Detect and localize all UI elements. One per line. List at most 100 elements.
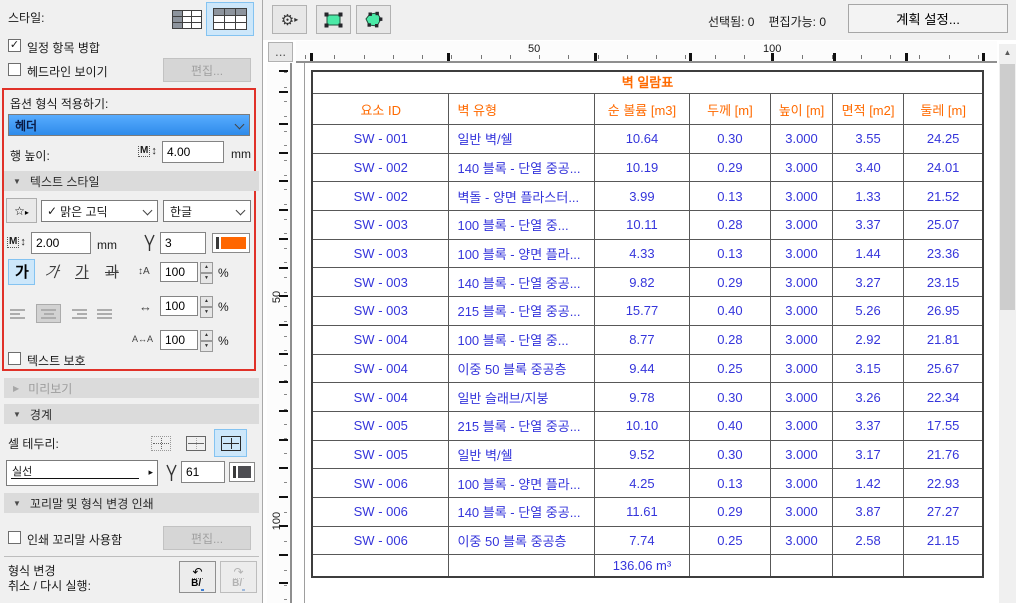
schedule-total-cell[interactable] — [771, 555, 833, 577]
schedule-cell[interactable]: 140 블록 - 단열 중공... — [449, 497, 596, 527]
schedule-cell[interactable]: 26.95 — [904, 297, 982, 326]
schedule-cell[interactable]: 이중 50 블록 중공층 — [449, 354, 596, 384]
schedule-cell[interactable]: SW - 006 — [313, 497, 450, 527]
vertical-scrollbar[interactable]: ▲ — [999, 44, 1016, 603]
schedule-cell[interactable]: 100 블록 - 단열 중... — [449, 211, 596, 240]
line-type-dropdown[interactable]: 실선 ▸ — [6, 460, 158, 486]
schedule-cell[interactable]: 10.19 — [595, 153, 690, 183]
schedule-cell[interactable]: SW - 004 — [313, 354, 450, 384]
schedule-cell[interactable]: 3.000 — [771, 526, 833, 556]
bold-button[interactable]: 가 — [8, 259, 35, 285]
schedule-cell[interactable]: 2.92 — [832, 325, 905, 355]
settings-flyout-button[interactable]: ⚙ ▸ — [272, 5, 307, 34]
schedule-cell[interactable]: 이중 50 블록 중공층 — [449, 526, 596, 556]
schedule-cell[interactable]: 0.29 — [689, 497, 772, 527]
schedule-cell[interactable]: 7.74 — [595, 526, 690, 556]
schedule-cell[interactable]: SW - 003 — [313, 297, 450, 326]
schedule-cell[interactable]: SW - 005 — [313, 411, 450, 441]
schedule-cell[interactable]: 215 블록 - 단열 중공... — [449, 297, 596, 326]
schedule-cell[interactable]: 140 블록 - 단열 중공... — [449, 153, 596, 183]
schedule-cell[interactable]: 3.000 — [771, 153, 833, 183]
schedule-cell[interactable]: 3.000 — [771, 211, 833, 240]
schedule-cell[interactable]: 0.28 — [689, 211, 772, 240]
schedule-cell[interactable]: 10.64 — [595, 125, 690, 154]
font-script-dropdown[interactable]: 한글 — [163, 200, 251, 222]
schedule-column-header[interactable]: 둘레 [m] — [904, 94, 982, 125]
schedule-column-header[interactable]: 요소 ID — [313, 94, 450, 125]
border-section-header[interactable]: ▼ 경계 — [4, 404, 259, 424]
schedule-cell[interactable]: 0.30 — [689, 440, 772, 470]
schedule-column-header[interactable]: 벽 유형 — [449, 94, 596, 125]
schedule-cell[interactable]: 24.25 — [904, 125, 982, 154]
schedule-cell[interactable]: 21.81 — [904, 326, 982, 355]
schedule-column-header[interactable]: 두께 [m] — [689, 94, 772, 125]
print-footer-checkbox[interactable] — [8, 531, 21, 544]
style-option-header-button[interactable] — [206, 2, 254, 36]
schedule-cell[interactable]: 3.000 — [771, 354, 833, 384]
schedule-cell[interactable]: 3.000 — [771, 125, 833, 154]
schedule-cell[interactable]: 벽돌 - 양면 플라스터... — [449, 182, 596, 212]
schedule-cell[interactable]: 0.40 — [689, 297, 772, 326]
schedule-cell[interactable]: 3.27 — [832, 268, 905, 298]
schedule-cell[interactable]: 15.77 — [595, 297, 690, 326]
schedule-cell[interactable]: 215 블록 - 단열 중공... — [449, 411, 596, 441]
font-size-input[interactable] — [31, 232, 91, 254]
schedule-cell[interactable]: SW - 006 — [313, 526, 450, 556]
favorite-style-button[interactable]: ☆▸ — [6, 198, 37, 223]
schedule-cell[interactable]: 100 블록 - 양면 플라... — [449, 469, 596, 498]
border-none-button[interactable] — [144, 429, 177, 457]
tracking-input[interactable] — [160, 330, 198, 350]
schedule-cell[interactable]: 9.52 — [595, 440, 690, 470]
schedule-cell[interactable]: 25.67 — [904, 355, 982, 384]
schedule-cell[interactable]: 일반 슬래브/지붕 — [449, 383, 596, 412]
schedule-column-header[interactable]: 순 볼륨 [m3] — [595, 94, 690, 125]
tracking-stepper[interactable]: ▲ ▼ — [200, 330, 213, 352]
schedule-cell[interactable]: 3.000 — [771, 182, 833, 212]
schedule-cell[interactable]: 일반 벽/쉘 — [449, 125, 596, 154]
schedule-cell[interactable]: 23.15 — [904, 268, 982, 298]
border-pen-input[interactable] — [181, 461, 225, 483]
schedule-cell[interactable]: 3.87 — [832, 497, 905, 527]
scroll-up-button[interactable]: ▲ — [999, 44, 1016, 61]
line-spacing-stepper[interactable]: ▲ ▼ — [200, 262, 213, 284]
align-left-button[interactable] — [7, 304, 32, 323]
scrollbar-thumb[interactable] — [1000, 64, 1015, 310]
schedule-cell[interactable]: 3.26 — [832, 383, 905, 412]
schedule-cell[interactable]: SW - 003 — [313, 239, 450, 269]
schedule-cell[interactable]: 3.000 — [771, 325, 833, 355]
schedule-cell[interactable]: SW - 006 — [313, 469, 450, 498]
schedule-cell[interactable]: 3.99 — [595, 182, 690, 212]
schedule-cell[interactable]: 3.000 — [771, 239, 833, 269]
align-right-button[interactable] — [65, 304, 90, 323]
schedule-title[interactable]: 벽 일람표 — [313, 72, 982, 94]
schedule-cell[interactable]: 1.44 — [832, 239, 905, 269]
schedule-cell[interactable]: 8.77 — [595, 325, 690, 355]
schedule-cell[interactable]: 1.33 — [832, 182, 905, 212]
schedule-total-cell[interactable]: 136.06 m³ — [595, 555, 690, 577]
schedule-cell[interactable]: 0.13 — [689, 182, 772, 212]
schedule-cell[interactable]: 17.55 — [904, 412, 982, 441]
width-factor-stepper[interactable]: ▲ ▼ — [200, 296, 213, 318]
schedule-total-cell[interactable] — [449, 555, 596, 577]
schedule-cell[interactable]: 3.40 — [832, 153, 905, 183]
protect-text-checkbox[interactable] — [8, 352, 21, 365]
ruler-options-button[interactable]: ... — [268, 42, 293, 62]
schedule-total-cell[interactable] — [690, 555, 772, 577]
row-height-input[interactable] — [162, 141, 224, 163]
schedule-cell[interactable]: 3.000 — [771, 497, 833, 527]
schedule-cell[interactable]: 0.30 — [689, 383, 772, 412]
schedule-cell[interactable]: 23.36 — [904, 240, 982, 269]
schedule-cell[interactable]: 25.07 — [904, 211, 982, 240]
width-factor-input[interactable] — [160, 296, 198, 316]
schedule-cell[interactable]: 9.78 — [595, 383, 690, 412]
align-center-button[interactable] — [36, 304, 61, 323]
schedule-cell[interactable]: SW - 002 — [313, 182, 450, 212]
schedule-cell[interactable]: 5.26 — [832, 297, 905, 326]
schedule-cell[interactable]: 4.33 — [595, 239, 690, 269]
plan-settings-button[interactable]: 계획 설정... — [848, 4, 1008, 33]
border-horizontal-button[interactable] — [179, 429, 212, 457]
schedule-cell[interactable]: 3.55 — [832, 125, 905, 154]
underline-button[interactable]: 가 — [68, 259, 95, 285]
schedule-total-cell[interactable] — [904, 555, 982, 576]
schedule-cell[interactable]: 22.93 — [904, 469, 982, 498]
